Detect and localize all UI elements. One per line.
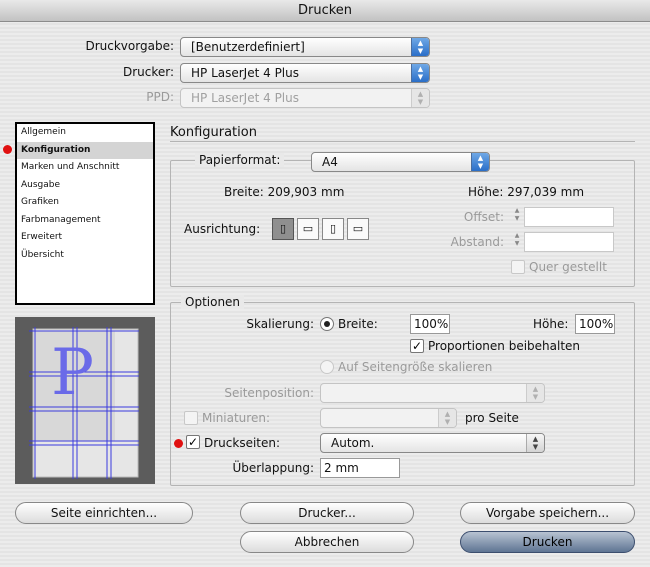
offset-stepper-icon[interactable]: ▲ ▼ [511,207,523,225]
tile-popup[interactable]: Autom. ▲ ▼ [320,433,545,453]
updown-arrow-icon: ▲ ▼ [526,434,544,452]
overlap-label: Überlappung: [232,461,314,475]
marker-dot-icon [174,439,183,448]
sidebar-item-grafiken[interactable]: Grafiken [17,194,153,212]
keep-proportions-label: Proportionen beibehalten [428,339,581,353]
preset-value: [Benutzerdefiniert] [191,40,305,54]
sidebar-item-ausgabe[interactable]: Ausgabe [17,177,153,195]
cancel-button[interactable]: Abbrechen [240,531,414,553]
preview-letter: P [51,336,95,410]
ppd-value: HP LaserJet 4 Plus [191,91,299,105]
scaling-width-radio[interactable] [320,317,334,331]
page-setup-button[interactable]: Seite einrichten... [15,502,193,524]
paper-width-text: Breite: 209,903 mm [224,185,345,199]
sidebar-item-konfiguration[interactable]: Konfiguration [17,141,153,159]
paper-label: Papierformat: [195,153,285,167]
ppd-label: PPD: [146,90,174,104]
sidebar-item-farbmanagement[interactable]: Farbmanagement [17,212,153,230]
page-preview: P [15,317,155,484]
updown-arrow-icon: ▲ ▼ [438,409,456,427]
keep-proportions-checkbox[interactable]: ✓ [410,339,424,353]
save-preset-button[interactable]: Vorgabe speichern... [460,502,635,524]
scaling-width-label: Breite: [338,317,378,331]
marker-dot-icon [3,145,12,154]
printer-value: HP LaserJet 4 Plus [191,66,299,80]
options-title: Optionen [181,295,245,309]
gap-field[interactable] [524,232,614,252]
per-page-label: pro Seite [465,411,519,425]
position-label: Seitenposition: [224,386,314,400]
ppd-popup: HP LaserJet 4 Plus ▲ ▼ [180,88,430,108]
offset-label: Offset: [463,210,504,224]
printer-button[interactable]: Drucker... [240,502,414,524]
transverse-label: Quer gestellt [529,260,607,274]
printer-popup[interactable]: HP LaserJet 4 Plus ▲ ▼ [180,63,430,83]
updown-arrow-icon: ▲ ▼ [471,153,489,171]
tile-label: Druckseiten: [204,436,281,450]
updown-arrow-icon: ▲ ▼ [411,89,429,107]
sidebar-item-uebersicht[interactable]: Übersicht [17,247,153,265]
orientation-landscape-icon[interactable]: ▭ [297,218,319,240]
thumbnails-checkbox[interactable] [184,411,198,425]
thumbnails-label: Miniaturen: [202,411,270,425]
section-divider [170,141,635,142]
preset-popup[interactable]: [Benutzerdefiniert] ▲ ▼ [180,37,430,57]
updown-arrow-icon: ▲ ▼ [411,38,429,56]
print-button[interactable]: Drucken [460,531,635,553]
scaling-height-label: Höhe: [533,317,569,331]
window-title: Drucken [0,0,650,22]
gap-label: Abstand: [450,235,504,249]
printer-label: Drucker: [122,65,174,79]
scaling-height-field[interactable]: 100% [575,314,615,334]
fit-page-radio[interactable] [320,360,334,374]
section-title-konfiguration: Konfiguration [170,125,257,140]
paper-value: A4 [322,155,338,169]
orientation-landscape-reverse-icon[interactable]: ▭ [347,218,369,240]
overlap-field[interactable]: 2 mm [320,458,400,478]
thumbnails-popup: ▲ ▼ [320,408,457,428]
sidebar-item-erweitert[interactable]: Erweitert [17,229,153,247]
orientation-label: Ausrichtung: [184,222,261,236]
tile-checkbox[interactable]: ✓ [186,435,200,449]
fit-page-label: Auf Seitengröße skalieren [338,360,493,374]
updown-arrow-icon: ▲ ▼ [411,64,429,82]
preset-label: Druckvorgabe: [85,39,174,53]
orientation-portrait-reverse-icon[interactable]: ▯ [322,218,344,240]
sidebar-item-allgemein[interactable]: Allgemein [17,124,153,142]
scaling-label: Skalierung: [246,317,314,331]
category-list[interactable]: Allgemein Konfiguration Marken und Ansch… [15,122,155,305]
transverse-checkbox[interactable] [511,260,525,274]
tile-value: Autom. [331,436,375,450]
scaling-width-field[interactable]: 100% [410,314,450,334]
orientation-portrait-icon[interactable]: ▯ [272,218,294,240]
offset-field[interactable] [524,207,614,227]
gap-stepper-icon[interactable]: ▲ ▼ [511,232,523,250]
paper-height-text: Höhe: 297,039 mm [468,185,585,199]
paper-popup[interactable]: A4 ▲ ▼ [311,152,490,172]
sidebar-item-marken[interactable]: Marken und Anschnitt [17,159,153,177]
updown-arrow-icon: ▲ ▼ [526,384,544,402]
position-popup: ▲ ▼ [320,383,545,403]
